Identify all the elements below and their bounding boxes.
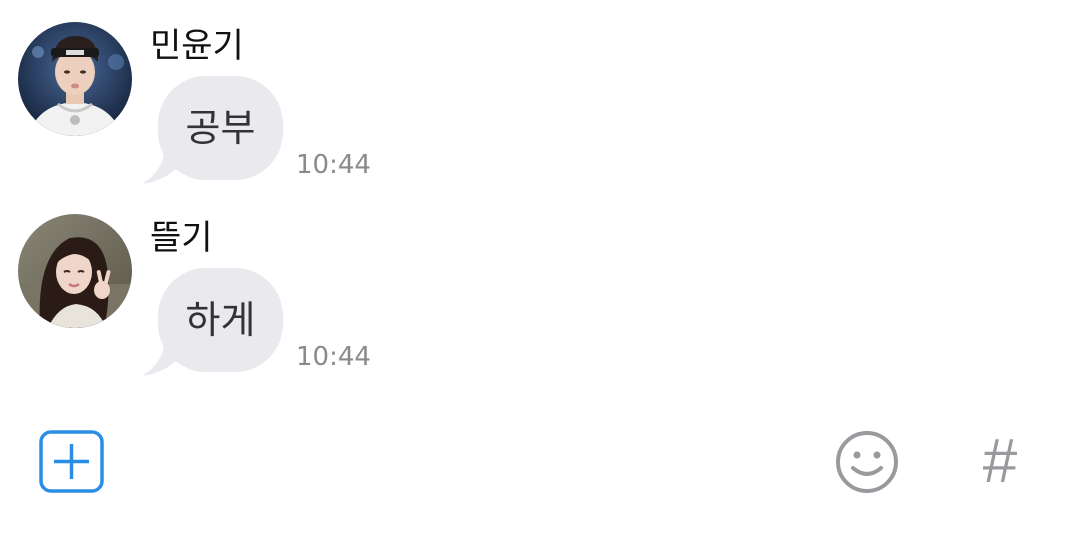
sender-name: 뜰기 bbox=[150, 218, 213, 258]
person-with-headband-avatar bbox=[18, 22, 132, 136]
smiley-face-icon bbox=[836, 431, 898, 493]
avatar[interactable] bbox=[18, 22, 132, 136]
avatar[interactable] bbox=[18, 214, 132, 328]
plus-square-icon bbox=[39, 430, 104, 493]
person-peace-sign-avatar bbox=[18, 214, 132, 328]
message-text: 공부 bbox=[158, 76, 283, 180]
hashtag-button[interactable]: # bbox=[972, 428, 1028, 496]
timestamp: 10:44 bbox=[296, 150, 371, 180]
timestamp: 10:44 bbox=[296, 342, 371, 372]
hashtag-icon: # bbox=[982, 427, 1018, 496]
add-attachment-button[interactable] bbox=[38, 430, 106, 498]
sender-name: 민윤기 bbox=[150, 26, 244, 66]
message-text: 하게 bbox=[158, 268, 283, 372]
emoji-button[interactable] bbox=[834, 430, 900, 500]
